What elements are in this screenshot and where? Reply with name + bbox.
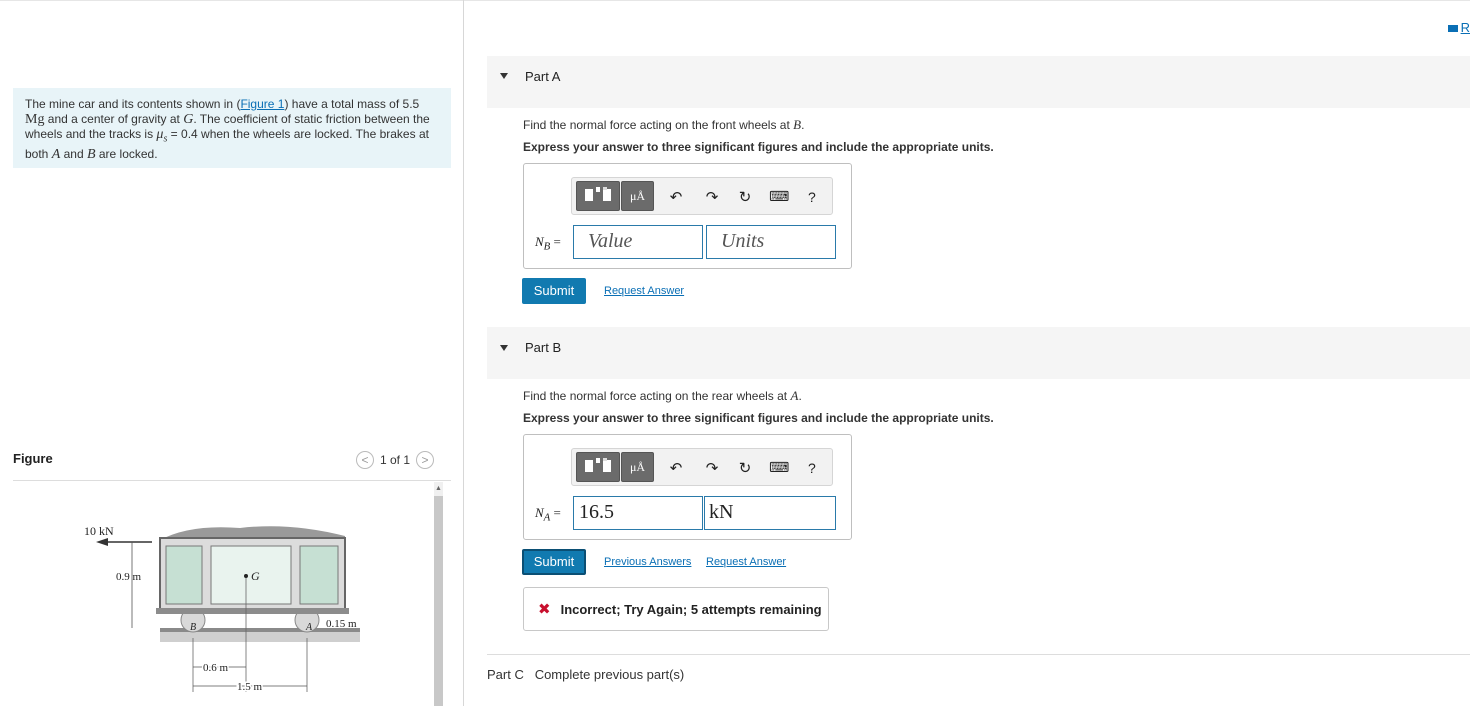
- error-x-icon: ✖: [538, 601, 551, 618]
- help-icon[interactable]: ?: [808, 189, 816, 205]
- part-b-request-answer-link[interactable]: Request Answer: [706, 556, 786, 568]
- part-b-instructions: Express your answer to three significant…: [523, 411, 994, 425]
- part-b-variable-label: NA =: [535, 505, 561, 524]
- part-a-request-answer-link[interactable]: Request Answer: [604, 285, 684, 297]
- point-a-label: A: [305, 622, 313, 633]
- height-label: 0.9 m: [116, 571, 142, 583]
- part-b-value-input[interactable]: 16.5: [573, 496, 703, 530]
- part-c-status: Complete previous part(s): [534, 667, 685, 682]
- point-b-label: B: [190, 622, 196, 633]
- part-a-value-input[interactable]: Value: [573, 225, 703, 259]
- redo-icon[interactable]: ↷: [703, 188, 721, 206]
- problem-statement: The mine car and its contents shown in (…: [13, 88, 451, 168]
- part-b-templates-button[interactable]: [576, 452, 620, 482]
- dim-label-2: 1.5 m: [237, 681, 263, 693]
- mine-car-diagram: 10 kN G 0.9 m B A 0.15 m 0.6 m 1.5 m: [84, 524, 360, 695]
- redo-icon[interactable]: ↷: [703, 459, 721, 477]
- car-panel-right: [299, 545, 339, 605]
- part-b-previous-answers-link[interactable]: Previous Answers: [604, 556, 691, 568]
- collapse-part-b-icon[interactable]: [500, 345, 508, 351]
- figure-scrollbar-thumb[interactable]: [434, 496, 443, 706]
- part-b-title: Part B: [525, 340, 562, 355]
- next-figure-button[interactable]: >: [416, 451, 435, 469]
- wheel-radius-label: 0.15 m: [326, 618, 357, 630]
- force-arrowhead: [96, 538, 108, 546]
- part-c-title: Part C: [487, 667, 524, 682]
- figure-link[interactable]: Figure 1: [240, 97, 284, 111]
- part-a-units-input[interactable]: Units: [706, 225, 836, 259]
- part-a-question: Find the normal force acting on the fron…: [523, 117, 805, 132]
- scroll-up-icon[interactable]: ▲: [434, 484, 443, 494]
- templates-icon: [585, 187, 611, 201]
- part-b-submit-button[interactable]: Submit: [522, 549, 586, 575]
- previous-figure-button[interactable]: <: [356, 451, 374, 469]
- keyboard-icon[interactable]: ⌨: [769, 188, 789, 205]
- figure-pager: < 1 of 1 >: [356, 451, 435, 469]
- part-a-units-button[interactable]: μÅ: [621, 181, 654, 211]
- top-right-link[interactable]: R: [1447, 20, 1470, 35]
- book-icon: [1447, 25, 1458, 32]
- pane-divider: [463, 0, 464, 706]
- car-chassis: [156, 608, 349, 614]
- part-b-feedback: ✖ Incorrect; Try Again; 5 attempts remai…: [523, 587, 829, 631]
- keyboard-icon[interactable]: ⌨: [769, 459, 789, 476]
- car-panel-left: [165, 545, 203, 605]
- cg-label: G: [251, 569, 260, 583]
- feedback-text: Incorrect; Try Again; 5 attempts remaini…: [560, 601, 822, 617]
- undo-icon[interactable]: ↶: [667, 459, 685, 477]
- reset-icon[interactable]: ↻: [736, 459, 754, 477]
- part-b-header[interactable]: [487, 327, 1470, 379]
- part-a-title: Part A: [525, 69, 561, 84]
- templates-icon: [585, 458, 611, 472]
- figure-page-count: 1 of 1: [380, 453, 411, 467]
- part-b-units-input[interactable]: kN: [704, 496, 836, 530]
- reset-icon[interactable]: ↻: [736, 188, 754, 206]
- figure-heading: Figure: [13, 451, 53, 466]
- dim-label-1: 0.6 m: [203, 662, 229, 674]
- undo-icon[interactable]: ↶: [667, 188, 685, 206]
- part-c-row: Part C Complete previous part(s): [487, 667, 684, 682]
- collapse-part-a-icon[interactable]: [500, 73, 508, 79]
- part-a-templates-button[interactable]: [576, 181, 620, 211]
- top-divider: [0, 0, 1470, 1]
- force-label: 10 kN: [84, 524, 114, 538]
- part-a-submit-button[interactable]: Submit: [522, 278, 586, 304]
- part-c-divider: [487, 654, 1470, 655]
- help-icon[interactable]: ?: [808, 460, 816, 476]
- figure-divider: [13, 480, 451, 481]
- part-a-instructions: Express your answer to three significant…: [523, 140, 994, 154]
- center-of-gravity-point: [244, 574, 248, 578]
- part-b-question: Find the normal force acting on the rear…: [523, 388, 802, 403]
- part-a-variable-label: NB =: [535, 234, 561, 253]
- part-b-units-button[interactable]: μÅ: [621, 452, 654, 482]
- part-a-header[interactable]: [487, 56, 1470, 108]
